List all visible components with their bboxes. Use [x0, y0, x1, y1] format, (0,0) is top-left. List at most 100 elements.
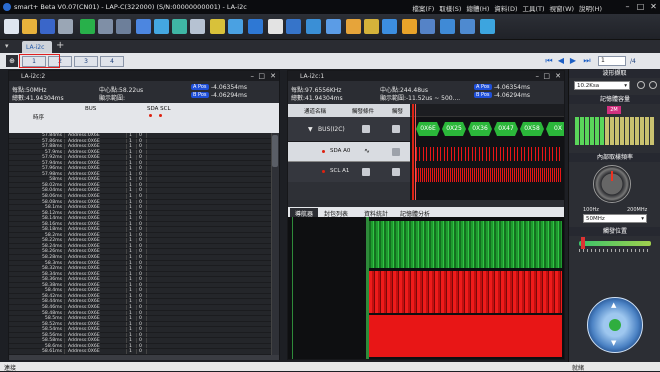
memory-icon[interactable]: [420, 19, 435, 34]
freq-select[interactable]: 50MHz ▾: [583, 214, 647, 223]
add-tab-icon[interactable]: +: [56, 40, 64, 51]
filter-icon[interactable]: [346, 19, 361, 34]
last-page-icon[interactable]: ⏭: [582, 56, 592, 66]
bottom-tab-strip: 導航器 封包列表 資料統計 記憶體分析: [288, 207, 564, 218]
maximize-button[interactable]: □: [635, 2, 646, 12]
chevron-down-icon: ▾: [624, 83, 627, 89]
bus-icon[interactable]: [248, 19, 263, 34]
sda-edge-icon[interactable]: ∿: [364, 147, 370, 155]
zoom-icon[interactable]: [154, 19, 169, 34]
menu-sample[interactable]: 取樣(S): [439, 5, 461, 13]
group-icon[interactable]: [286, 19, 301, 34]
waveform-view[interactable]: 0X6E 0X25 0X36 0X47 0X58 0X: [410, 104, 564, 200]
run-icon[interactable]: [80, 19, 95, 34]
menu-bar: 檔案(F) 取樣(S) 總體(H) 資料(D) 工具(T) 視窗(W) 說明(H): [407, 3, 602, 13]
cell-empty: [147, 299, 271, 304]
cell-empty: [147, 294, 271, 299]
search-icon[interactable]: [210, 19, 225, 34]
menu-data[interactable]: 資料(D): [494, 5, 517, 13]
pad-up-icon[interactable]: ▲: [611, 301, 616, 309]
menu-help[interactable]: 說明(H): [579, 5, 602, 13]
header-bus[interactable]: BUS: [85, 106, 96, 112]
panel-close-icon[interactable]: ✕: [270, 72, 276, 80]
header-time[interactable]: 時序: [33, 113, 44, 121]
navigator-overview[interactable]: [288, 217, 564, 359]
header-sda-scl[interactable]: SDA SCL: [147, 106, 171, 112]
star-icon[interactable]: [402, 19, 417, 34]
panel-minimize-icon[interactable]: –: [251, 72, 255, 80]
menu-tools[interactable]: 工具(T): [522, 5, 544, 13]
stop-icon[interactable]: [98, 19, 113, 34]
export-icon[interactable]: [228, 19, 243, 34]
prev-page-icon[interactable]: ◀: [556, 56, 566, 66]
first-page-icon[interactable]: ⏮: [544, 56, 554, 66]
channel-icon[interactable]: [326, 19, 341, 34]
cell-scl: 0: [137, 249, 147, 254]
cursor-a-marker[interactable]: [412, 104, 414, 200]
channel-row-bus[interactable]: ▼ BUS(I2C): [288, 117, 410, 142]
tab-navigator[interactable]: 導航器: [290, 208, 319, 218]
minimize-button[interactable]: –: [622, 2, 633, 12]
panel-maximize-icon[interactable]: □: [258, 72, 265, 80]
pad-down-icon[interactable]: ▼: [611, 339, 616, 347]
pad-center-icon[interactable]: [609, 319, 621, 331]
header-channel-name[interactable]: 通道名稱: [304, 107, 326, 115]
wave-close-icon[interactable]: ✕: [555, 72, 561, 80]
cell-sda: 1: [127, 232, 137, 238]
scl-trigger-box[interactable]: [362, 168, 370, 176]
scl-display-box[interactable]: [392, 168, 400, 176]
page-number-input[interactable]: 1: [598, 56, 626, 66]
cell-scl: 0: [137, 199, 147, 204]
page-4-button[interactable]: 4: [100, 56, 124, 67]
trigger-icon[interactable]: [136, 19, 151, 34]
sda-display-box[interactable]: [392, 148, 400, 156]
open-folder-icon[interactable]: [22, 19, 37, 34]
expand-arrow-icon[interactable]: ▼: [308, 126, 313, 133]
trigger-slider-track[interactable]: [579, 241, 651, 246]
decoded-byte[interactable]: 0X58: [520, 122, 544, 136]
bus-display-box[interactable]: [392, 125, 400, 133]
mark-icon[interactable]: [268, 19, 283, 34]
help-icon[interactable]: [480, 19, 495, 34]
zoom-in-icon[interactable]: [637, 81, 645, 89]
decoded-byte[interactable]: 0X36: [468, 122, 492, 136]
wave-minimize-icon[interactable]: –: [536, 72, 540, 80]
trigger-slider-thumb[interactable]: [581, 237, 585, 249]
channel-row-sda[interactable]: SDA A0 ∿: [288, 142, 410, 162]
page-3-button[interactable]: 3: [74, 56, 98, 67]
zoom-out-icon[interactable]: [649, 81, 657, 89]
nav-left-bracket[interactable]: [292, 217, 293, 359]
waveform-icon[interactable]: [172, 19, 187, 34]
chart-icon[interactable]: [440, 19, 455, 34]
new-file-icon[interactable]: [4, 19, 19, 34]
menu-toggle-icon[interactable]: ▾: [5, 42, 15, 51]
header-trigger[interactable]: 觸發: [392, 107, 403, 115]
decode-icon[interactable]: [190, 19, 205, 34]
decoded-byte[interactable]: 0X: [546, 122, 564, 136]
sample-rate-select[interactable]: 10.2Ksa ▾: [574, 81, 630, 90]
table-icon[interactable]: [306, 19, 321, 34]
link-icon[interactable]: [364, 19, 379, 34]
scrollbar-thumb[interactable]: [272, 135, 278, 167]
pin-icon[interactable]: ⊕: [6, 55, 18, 67]
decoded-byte[interactable]: 0X47: [494, 122, 518, 136]
channel-row-scl[interactable]: SCL A1: [288, 162, 410, 182]
settings-icon[interactable]: [116, 19, 131, 34]
nav-window-selector[interactable]: [366, 217, 369, 359]
print-icon[interactable]: [58, 19, 73, 34]
tab-la-i2c[interactable]: LA-i2c: [22, 41, 52, 53]
menu-file[interactable]: 檔案(F): [412, 5, 434, 13]
next-page-icon[interactable]: ▶: [568, 56, 578, 66]
decoded-byte[interactable]: 0X25: [442, 122, 466, 136]
menu-window[interactable]: 視窗(W): [550, 5, 575, 13]
wave-maximize-icon[interactable]: □: [543, 72, 550, 80]
cursor-icon[interactable]: [382, 19, 397, 34]
close-button[interactable]: ✕: [648, 2, 659, 12]
window-icon[interactable]: [460, 19, 475, 34]
bus-trigger-box[interactable]: [362, 125, 370, 133]
menu-global[interactable]: 總體(H): [466, 5, 489, 13]
header-trigger-cond[interactable]: 觸發條件: [352, 107, 374, 115]
horizontal-scrollbar[interactable]: [9, 355, 279, 360]
save-icon[interactable]: [40, 19, 55, 34]
decoded-byte[interactable]: 0X6E: [416, 122, 440, 136]
